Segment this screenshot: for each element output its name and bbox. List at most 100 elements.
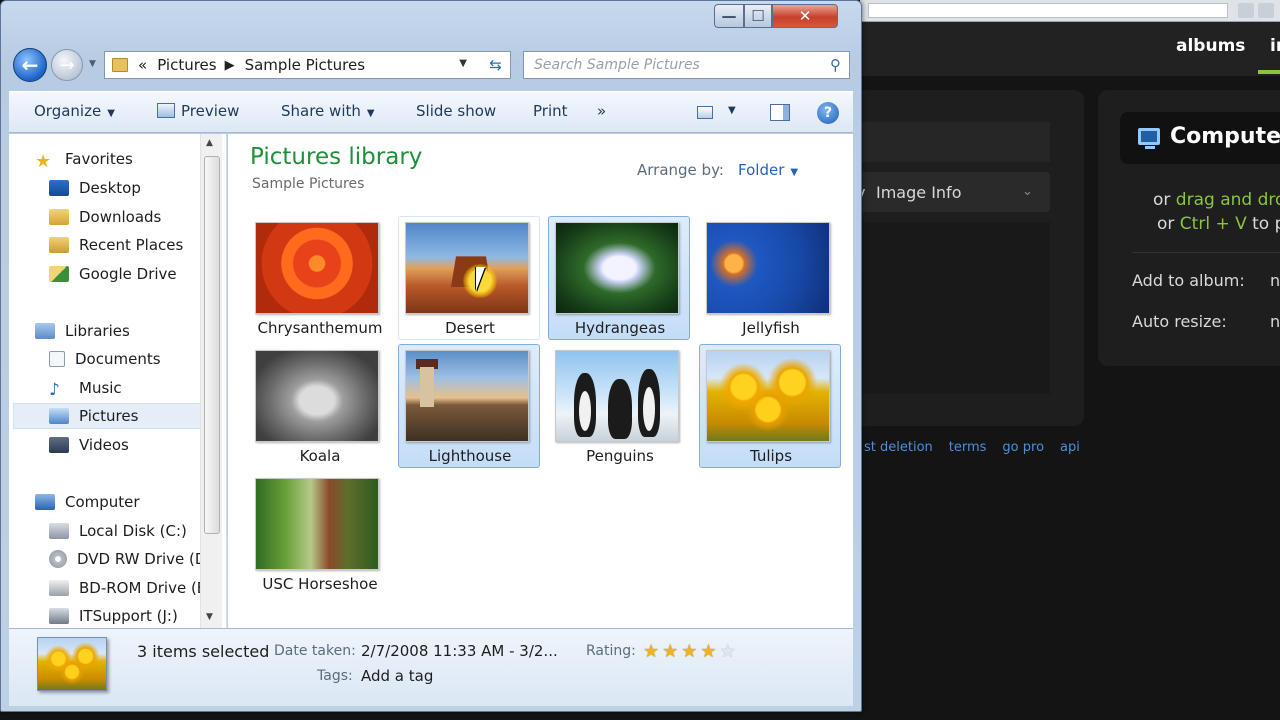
breadcrumb-pictures[interactable]: Pictures	[157, 56, 216, 74]
organize-menu[interactable]: Organize ▼	[34, 102, 115, 120]
file-name: Koala	[299, 447, 341, 465]
share-with-menu[interactable]: Share with ▼	[281, 102, 375, 120]
nav-label: Local Disk (C:)	[79, 522, 187, 540]
navigation-pane-scrollbar[interactable]: ▲ ▼	[200, 134, 222, 628]
google-drive-folder-icon	[49, 266, 69, 282]
nav-dvd-drive[interactable]: DVD RW Drive (D	[49, 546, 206, 572]
view-options-chevron-icon[interactable]: ▼	[728, 105, 736, 116]
change-view-icon[interactable]	[697, 106, 713, 119]
file-tile-koala[interactable]: Koala	[248, 344, 390, 468]
file-name: Tulips	[749, 447, 793, 465]
paste-hint: or Ctrl + V to p	[1157, 214, 1280, 234]
footer-link-terms[interactable]: terms	[949, 440, 987, 455]
file-tile-hydrangeas[interactable]: Hydrangeas	[548, 216, 690, 340]
file-tile-penguins[interactable]: Penguins	[548, 344, 690, 468]
browser-tool-icon[interactable]	[1238, 3, 1254, 18]
panel-input-bar[interactable]	[852, 122, 1050, 162]
chevron-down-icon: ▼	[107, 108, 115, 119]
slide-show-button[interactable]: Slide show	[416, 102, 496, 120]
date-taken-label: Date taken:	[274, 643, 356, 659]
footer-link-deletion[interactable]: st deletion	[864, 440, 933, 455]
breadcrumb-sample-pictures[interactable]: Sample Pictures	[245, 56, 365, 74]
drag-drop-link[interactable]: drag and dro	[1176, 190, 1280, 210]
recent-pages-chevron-icon[interactable]: ▼	[89, 59, 96, 69]
site-nav-albums[interactable]: albums	[1176, 36, 1245, 56]
nav-itsupport[interactable]: ITSupport (J:)	[49, 603, 178, 629]
network-drive-icon	[49, 608, 69, 624]
nav-desktop[interactable]: Desktop	[49, 175, 141, 201]
browser-menu-icon[interactable]	[1258, 3, 1274, 18]
star-icon[interactable]: ★	[681, 641, 700, 662]
footer-link-api[interactable]: api	[1060, 440, 1080, 455]
image-thumbnail	[706, 222, 830, 314]
close-button[interactable]: ✕	[772, 4, 838, 28]
auto-resize-value[interactable]: n	[1270, 312, 1280, 331]
nav-documents[interactable]: Documents	[49, 346, 161, 372]
nav-label: Google Drive	[79, 265, 177, 283]
forward-button[interactable]: →	[51, 49, 83, 81]
more-commands-button[interactable]: »	[597, 102, 606, 120]
file-tile-lighthouse[interactable]: Lighthouse	[398, 344, 540, 468]
site-nav-next[interactable]: ir	[1270, 36, 1280, 56]
arrange-by-dropdown[interactable]: Folder ▼	[738, 161, 798, 179]
nav-computer[interactable]: Computer	[35, 489, 140, 515]
help-button[interactable]: ?	[817, 102, 839, 124]
minimize-button[interactable]: —	[714, 4, 744, 28]
rating-stars[interactable]: ★★★★★	[643, 641, 739, 662]
file-list-area: Pictures library Sample Pictures Arrange…	[228, 134, 853, 628]
divider	[1132, 252, 1280, 253]
star-icon[interactable]: ★	[700, 641, 719, 662]
penguin-belly	[579, 391, 591, 431]
refresh-button[interactable]: ⇆	[481, 51, 511, 79]
tags-value[interactable]: Add a tag	[361, 667, 433, 685]
file-tile-chrysanthemum[interactable]: Chrysanthemum	[248, 216, 390, 340]
nav-pictures[interactable]: Pictures	[13, 403, 205, 429]
footer-link-go-pro[interactable]: go pro	[1002, 440, 1044, 455]
lighthouse-tower	[420, 367, 434, 407]
image-thumbnail	[555, 222, 679, 314]
nav-recent-places[interactable]: Recent Places	[49, 232, 183, 258]
dvd-drive-icon	[49, 550, 67, 568]
browser-address-bar[interactable]	[868, 3, 1228, 18]
scroll-down-icon[interactable]: ▼	[206, 612, 213, 622]
scrollbar-thumb[interactable]	[204, 156, 220, 534]
nav-videos[interactable]: Videos	[49, 432, 129, 458]
caption-buttons: — ☐ ✕	[714, 4, 838, 30]
nav-google-drive[interactable]: Google Drive	[49, 261, 177, 287]
address-bar[interactable]: « Pictures ▶ Sample Pictures ▼	[104, 51, 508, 79]
nav-label: Music	[79, 379, 122, 397]
nav-libraries[interactable]: Libraries	[35, 318, 130, 344]
star-icon[interactable]: ★	[662, 641, 681, 662]
search-icon[interactable]: ⚲	[830, 56, 841, 74]
star-icon[interactable]: ★	[643, 641, 662, 662]
nav-local-disk[interactable]: Local Disk (C:)	[49, 518, 187, 544]
file-tile-jellyfish[interactable]: Jellyfish	[699, 216, 841, 340]
print-button[interactable]: Print	[533, 102, 568, 120]
nav-bd-rom-drive[interactable]: BD-ROM Drive (E	[49, 575, 206, 601]
breadcrumb-separator-icon[interactable]: ▶	[225, 58, 235, 73]
nav-label: BD-ROM Drive (E	[79, 579, 207, 597]
drag-drop-hint: or drag and dro	[1153, 190, 1280, 210]
preview-pane-icon[interactable]	[770, 104, 790, 121]
computer-icon	[35, 494, 55, 510]
maximize-button[interactable]: ☐	[744, 4, 772, 28]
address-history-chevron-icon[interactable]: ▼	[459, 58, 467, 69]
add-to-album-value[interactable]: n	[1270, 271, 1280, 290]
nav-favorites[interactable]: ★ Favorites	[35, 146, 133, 172]
nav-downloads[interactable]: Downloads	[49, 204, 161, 230]
file-tile-usc-horseshoe[interactable]: USC Horseshoe	[248, 472, 390, 596]
search-box[interactable]: ⚲	[523, 51, 850, 79]
nav-label: Libraries	[65, 322, 130, 340]
back-button[interactable]: ←	[13, 48, 47, 82]
preview-button[interactable]: Preview	[157, 102, 239, 120]
file-tile-tulips[interactable]: Tulips	[699, 344, 841, 468]
monitor-icon	[1138, 128, 1160, 149]
footer-links: st deletion terms go pro api	[864, 440, 1096, 455]
star-icon[interactable]: ★	[720, 641, 739, 662]
search-input[interactable]	[524, 52, 814, 78]
nav-label: DVD RW Drive (D	[77, 550, 207, 568]
date-taken-value[interactable]: 2/7/2008 11:33 AM - 3/2...	[361, 642, 558, 660]
nav-music[interactable]: ♪ Music	[49, 375, 122, 401]
breadcrumb-overflow[interactable]: «	[138, 56, 147, 74]
scroll-up-icon[interactable]: ▲	[206, 138, 213, 148]
